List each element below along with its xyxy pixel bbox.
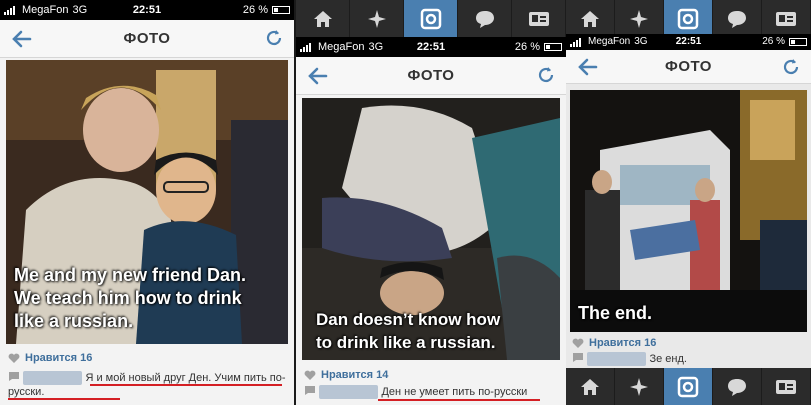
explore-star-icon: [630, 377, 648, 396]
tab-home[interactable]: [296, 0, 350, 37]
tab-bar: [566, 368, 811, 405]
photo-caption: The end.: [578, 303, 653, 323]
comment-text: Ден не умеет пить по-русски: [381, 386, 528, 398]
explore-star-icon: [367, 9, 386, 28]
clock: 22:51: [416, 41, 446, 53]
battery-icon: [271, 6, 290, 14]
signal-icon: [300, 42, 314, 52]
carrier-label: MegaFon: [318, 41, 365, 53]
profile-card-icon: [528, 11, 549, 26]
photo-caption: Me and my new friend Dan. We teach him h…: [14, 265, 247, 331]
explore-star-icon: [630, 9, 648, 28]
activity-bubble-icon: [728, 10, 746, 28]
screenshot-panel-1: MegaFon 3G 22:51 26 % ФОТО Me and my new…: [0, 0, 294, 405]
likes-count: Нравится 16: [589, 337, 657, 349]
camera-icon: [677, 376, 699, 397]
comment-bubble-icon: [305, 386, 315, 395]
carrier-label: MegaFon: [588, 36, 631, 47]
nav-bar: ФОТО: [296, 57, 566, 95]
refresh-icon[interactable]: [536, 65, 556, 85]
status-bar: MegaFon 3G 22:51 26 %: [566, 34, 811, 50]
tab-home[interactable]: [566, 368, 615, 405]
nav-bar: ФОТО: [566, 50, 811, 84]
activity-bubble-icon: [728, 378, 746, 396]
back-arrow-icon[interactable]: [576, 55, 600, 79]
network-label: 3G: [368, 41, 384, 53]
comment-bubble-icon: [573, 353, 583, 362]
tab-explore[interactable]: [615, 368, 664, 405]
post-photo[interactable]: The end.: [570, 90, 807, 332]
status-bar: MegaFon 3G 22:51 26 %: [296, 37, 566, 57]
camera-icon: [420, 8, 441, 29]
heart-icon: [8, 353, 20, 363]
back-arrow-icon[interactable]: [10, 27, 34, 51]
network-label: 3G: [634, 36, 648, 47]
likes-row[interactable]: Нравится 16: [8, 352, 92, 364]
tab-activity[interactable]: [713, 0, 762, 37]
tab-bar: [566, 0, 811, 37]
underline-mark: [8, 398, 120, 400]
tab-camera[interactable]: [664, 368, 713, 405]
tab-camera[interactable]: [404, 0, 458, 37]
photo-caption: Dan doesn’t know how to drink like a rus…: [316, 310, 501, 352]
refresh-icon[interactable]: [264, 28, 284, 48]
network-label: 3G: [72, 4, 88, 16]
status-bar: MegaFon 3G 22:51 26 %: [0, 0, 294, 20]
home-icon: [581, 10, 599, 27]
tab-profile[interactable]: [512, 0, 566, 37]
comment-username[interactable]: karamelchig: [23, 371, 83, 385]
tab-home[interactable]: [566, 0, 615, 37]
tab-explore[interactable]: [350, 0, 404, 37]
page-title: ФОТО: [123, 30, 171, 47]
tab-bar: [296, 0, 566, 37]
tab-explore[interactable]: [615, 0, 664, 37]
tab-activity[interactable]: [458, 0, 512, 37]
battery-percent: 26 %: [514, 41, 540, 53]
comment-text: Зе енд.: [649, 353, 687, 365]
comment-username[interactable]: karamelchig: [319, 385, 379, 399]
screenshot-panel-2: MegaFon 3G 22:51 26 % ФОТО Dan doesn’t k…: [296, 0, 566, 405]
home-icon: [313, 10, 332, 27]
likes-count: Нравится 14: [321, 369, 389, 381]
underline-mark: [378, 399, 540, 401]
comment: karamelchig Ден не умеет пить по-русски: [304, 385, 566, 399]
profile-card-icon: [776, 11, 796, 26]
tab-profile[interactable]: [762, 368, 811, 405]
home-icon: [581, 378, 599, 395]
likes-row[interactable]: Нравится 14: [304, 369, 388, 381]
refresh-icon[interactable]: [781, 57, 801, 77]
heart-icon: [572, 338, 584, 348]
tab-camera[interactable]: [664, 0, 713, 37]
heart-icon: [304, 370, 316, 380]
camera-icon: [677, 8, 699, 29]
signal-icon: [4, 5, 18, 15]
tab-activity[interactable]: [713, 368, 762, 405]
page-title: ФОТО: [665, 58, 712, 75]
underline-mark: [90, 384, 282, 386]
likes-count: Нравится 16: [25, 352, 93, 364]
comment: karamelchig Зе енд.: [572, 352, 807, 366]
comment-bubble-icon: [9, 372, 19, 381]
battery-percent: 26 %: [762, 36, 785, 47]
screenshot-panel-3: MegaFon 3G 22:51 26 % ФОТО The end. Нрав…: [566, 0, 811, 405]
battery-icon: [789, 38, 807, 46]
battery-icon: [543, 43, 562, 51]
activity-bubble-icon: [475, 10, 494, 28]
likes-row[interactable]: Нравится 16: [572, 337, 656, 349]
page-title: ФОТО: [407, 67, 455, 84]
post-photo[interactable]: Me and my new friend Dan. We teach him h…: [6, 60, 288, 344]
post-photo[interactable]: Dan doesn’t know how to drink like a rus…: [302, 98, 560, 360]
profile-card-icon: [776, 379, 796, 394]
clock: 22:51: [132, 4, 162, 16]
clock: 22:51: [675, 36, 702, 47]
comment-username[interactable]: karamelchig: [587, 352, 647, 366]
carrier-label: MegaFon: [22, 4, 69, 16]
battery-percent: 26 %: [242, 4, 268, 16]
back-arrow-icon[interactable]: [306, 64, 330, 88]
tab-profile[interactable]: [762, 0, 811, 37]
signal-icon: [570, 37, 584, 47]
nav-bar: ФОТО: [0, 20, 294, 58]
